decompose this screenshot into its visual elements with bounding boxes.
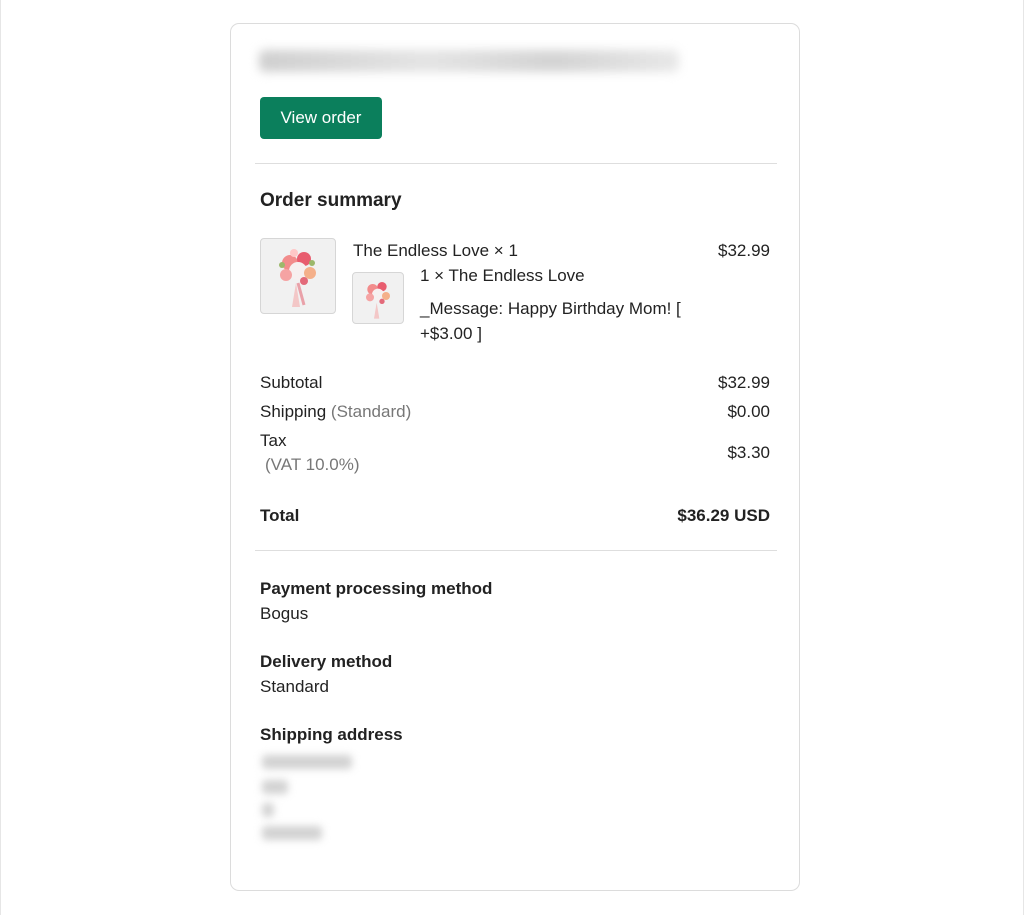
shipping-method: (Standard) — [330, 402, 412, 421]
sub-item-message: _Message: Happy Birthday Mom! [ +$3.00 ] — [420, 299, 681, 343]
sub-item-name: 1 × The Endless Love — [420, 266, 585, 285]
redacted-address-line — [262, 826, 322, 840]
subtotal-label: Subtotal — [260, 373, 323, 392]
item-name: The Endless Love × 1 — [353, 241, 518, 260]
total-value: $36.29 USD — [677, 506, 770, 525]
tax-label: Tax — [260, 431, 287, 450]
page-edge — [0, 0, 1, 915]
flower-bouquet-icon — [366, 282, 390, 319]
payment-method-value: Bogus — [260, 604, 309, 623]
shipping-address-heading: Shipping address — [260, 725, 403, 744]
divider — [255, 163, 777, 164]
payment-method-heading: Payment processing method — [260, 579, 493, 598]
order-summary-title: Order summary — [260, 190, 402, 211]
shipping-label-row: Shipping (Standard) — [260, 402, 411, 422]
redacted-address-line — [262, 803, 274, 817]
item-price: $32.99 — [718, 241, 770, 260]
product-image — [260, 238, 336, 314]
redacted-address-line — [262, 780, 288, 794]
total-label: Total — [260, 506, 300, 525]
sub-item-image — [352, 272, 404, 324]
flower-bouquet-icon — [279, 249, 316, 307]
shipping-label: Shipping — [260, 402, 327, 421]
tax-detail: (VAT 10.0%) — [265, 455, 360, 474]
delivery-method-value: Standard — [260, 677, 329, 696]
delivery-method-heading: Delivery method — [260, 652, 393, 671]
subtotal-value: $32.99 — [718, 373, 770, 392]
shipping-value: $0.00 — [727, 402, 770, 421]
tax-value: $3.30 — [727, 443, 770, 462]
view-order-button[interactable]: View order — [260, 97, 382, 139]
divider — [255, 550, 777, 551]
order-card: View order Order summary The Endless Lov… — [230, 23, 800, 891]
redacted-heading — [259, 50, 679, 72]
redacted-address-line — [262, 755, 352, 769]
